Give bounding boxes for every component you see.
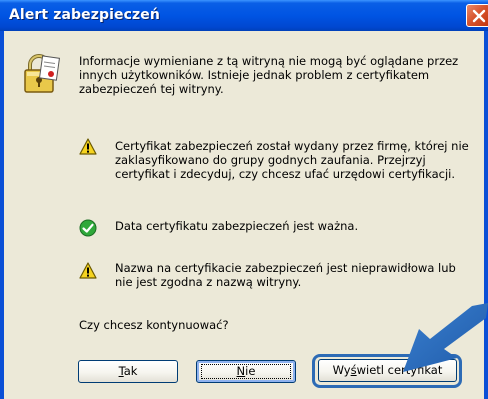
pointer-arrow bbox=[403, 303, 488, 372]
security-alert-dialog: Alert zabezpieczeń Informacje wymieniane… bbox=[0, 0, 488, 399]
